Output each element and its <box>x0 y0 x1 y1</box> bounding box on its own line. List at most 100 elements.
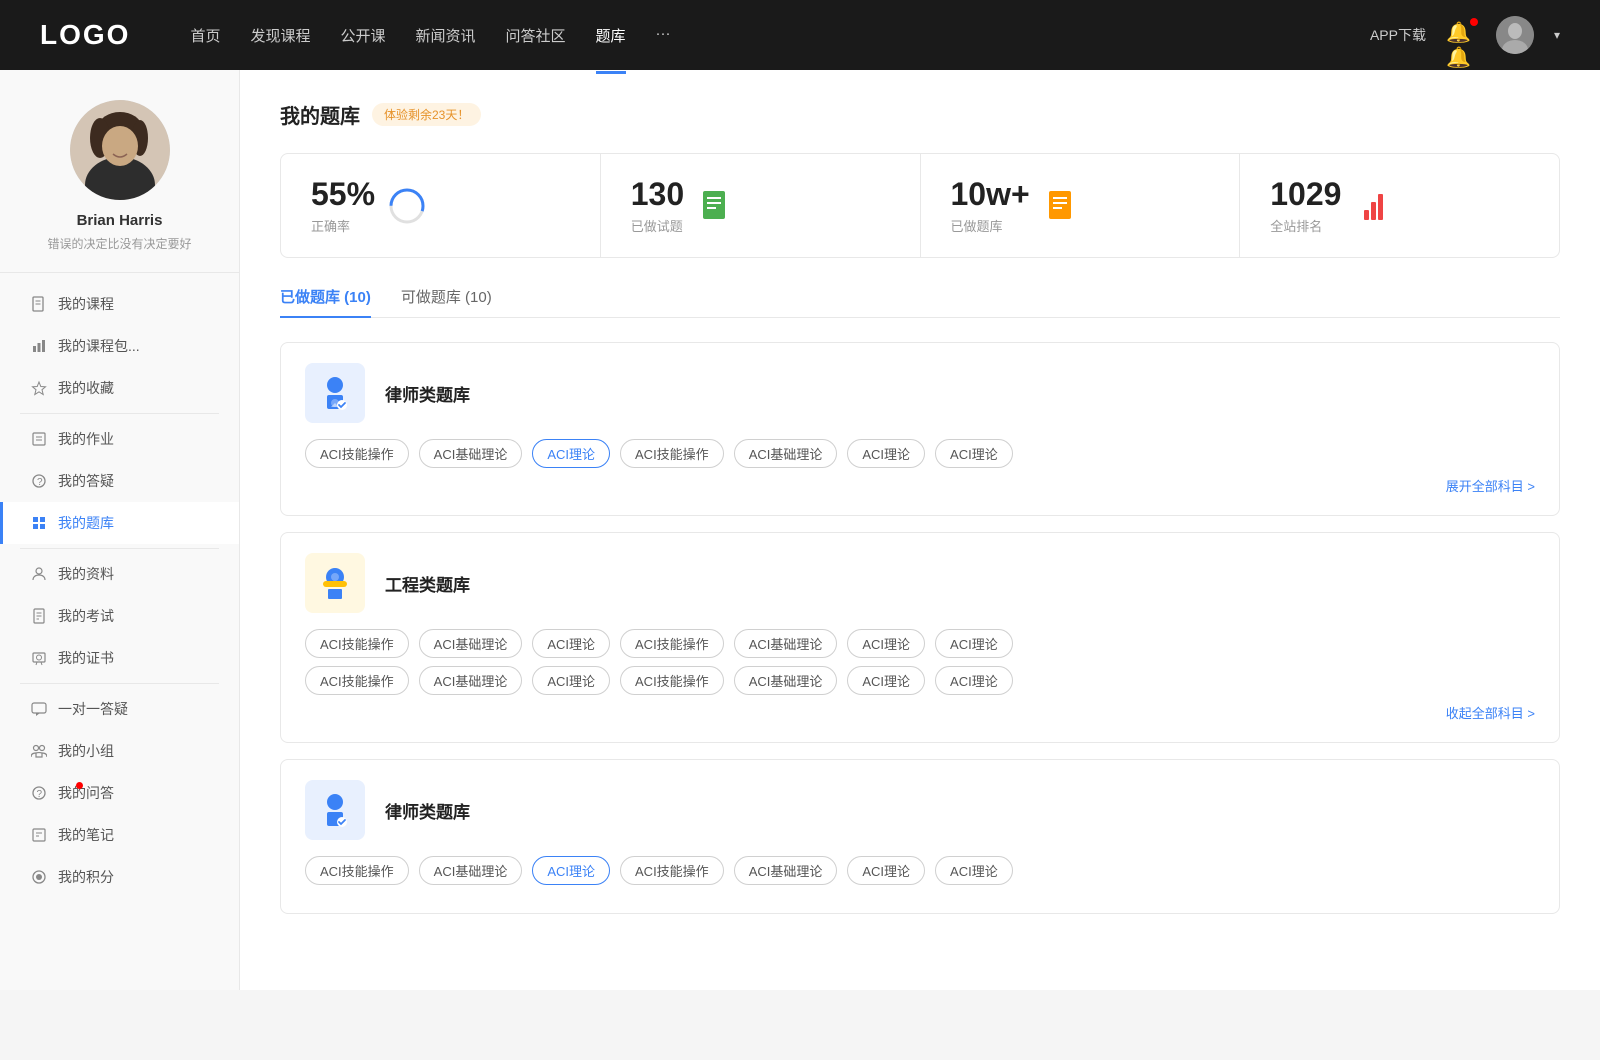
svg-text:?: ? <box>37 477 43 488</box>
tag-0-1[interactable]: ACI基础理论 <box>419 439 523 468</box>
tag-2-5[interactable]: ACI理论 <box>847 856 925 885</box>
tag-1-0-4[interactable]: ACI基础理论 <box>734 629 838 658</box>
sidebar: Brian Harris 错误的决定比没有决定要好 我的课程 我的课程包... <box>0 70 240 990</box>
sidebar-item-points[interactable]: 我的积分 <box>0 856 239 898</box>
sidebar-item-cert[interactable]: 我的证书 <box>0 637 239 679</box>
tag-2-3[interactable]: ACI技能操作 <box>620 856 724 885</box>
divider-3 <box>20 683 219 684</box>
logo[interactable]: LOGO <box>40 19 130 51</box>
accuracy-pie-icon <box>389 188 425 224</box>
collapse-link-1[interactable]: 收起全部科目 > <box>305 703 1535 722</box>
divider-1 <box>20 413 219 414</box>
note-icon <box>30 826 48 844</box>
tag-0-0[interactable]: ACI技能操作 <box>305 439 409 468</box>
tag-1-0-6[interactable]: ACI理论 <box>935 629 1013 658</box>
doc-icon <box>30 607 48 625</box>
tag-2-4[interactable]: ACI基础理论 <box>734 856 838 885</box>
stat-done-value: 130 <box>631 176 684 213</box>
nav-home[interactable]: 首页 <box>190 21 220 50</box>
tag-1-1-5[interactable]: ACI理论 <box>847 666 925 695</box>
tag-1-1-4[interactable]: ACI基础理论 <box>734 666 838 695</box>
stat-accuracy: 55% 正确率 <box>281 154 601 257</box>
sidebar-item-coursepack[interactable]: 我的课程包... <box>0 325 239 367</box>
avatar-nav[interactable] <box>1496 16 1534 54</box>
notification-bell[interactable]: 🔔 <box>1446 20 1476 50</box>
stat-ranking: 1029 全站排名 <box>1240 154 1559 257</box>
nav-bank[interactable]: 题库 <box>596 21 626 50</box>
nav-more[interactable]: ··· <box>656 21 671 50</box>
sidebar-item-group[interactable]: 我的小组 <box>0 730 239 772</box>
stat-accuracy-info: 55% 正确率 <box>311 176 375 235</box>
tag-1-0-5[interactable]: ACI理论 <box>847 629 925 658</box>
sidebar-label-qa: 我的问答 <box>58 783 114 803</box>
sidebar-item-homework[interactable]: 我的作业 <box>0 418 239 460</box>
tag-0-6[interactable]: ACI理论 <box>935 439 1013 468</box>
trial-badge: 体验剩余23天！ <box>372 103 481 126</box>
tag-0-3[interactable]: ACI技能操作 <box>620 439 724 468</box>
sidebar-label-homework: 我的作业 <box>58 429 114 449</box>
bank-title-1: 工程类题库 <box>385 571 470 596</box>
tag-2-0[interactable]: ACI技能操作 <box>305 856 409 885</box>
bank-icon-engineer <box>305 553 365 613</box>
tag-row-2: ACI技能操作 ACI基础理论 ACI理论 ACI技能操作 ACI基础理论 AC… <box>305 856 1535 885</box>
sidebar-item-qa[interactable]: ? 我的问答 <box>0 772 239 814</box>
tag-1-1-0[interactable]: ACI技能操作 <box>305 666 409 695</box>
sidebar-label-coursepack: 我的课程包... <box>58 336 140 356</box>
list-icon <box>30 430 48 448</box>
tag-1-1-6[interactable]: ACI理论 <box>935 666 1013 695</box>
sidebar-label-favorite: 我的收藏 <box>58 378 114 398</box>
tag-1-1-1[interactable]: ACI基础理论 <box>419 666 523 695</box>
sidebar-label-cert: 我的证书 <box>58 648 114 668</box>
sidebar-item-course[interactable]: 我的课程 <box>0 283 239 325</box>
stat-done-banks: 10w+ 已做题库 <box>921 154 1241 257</box>
tag-0-2[interactable]: ACI理论 <box>532 439 610 468</box>
stat-banks-info: 10w+ 已做题库 <box>951 176 1030 235</box>
nav-discover[interactable]: 发现课程 <box>250 21 310 50</box>
sidebar-item-note[interactable]: 我的笔记 <box>0 814 239 856</box>
tag-1-1-3[interactable]: ACI技能操作 <box>620 666 724 695</box>
points-icon <box>30 868 48 886</box>
sidebar-item-exam[interactable]: 我的考试 <box>0 595 239 637</box>
page-title: 我的题库 <box>280 100 360 129</box>
bank-card-0: 律师类题库 ACI技能操作 ACI基础理论 ACI理论 ACI技能操作 ACI基… <box>280 342 1560 516</box>
tag-1-0-1[interactable]: ACI基础理论 <box>419 629 523 658</box>
cert-icon <box>30 649 48 667</box>
svg-text:?: ? <box>37 789 43 800</box>
tag-2-2[interactable]: ACI理论 <box>532 856 610 885</box>
sheet-green-icon <box>698 188 734 224</box>
tag-0-4[interactable]: ACI基础理论 <box>734 439 838 468</box>
star-icon <box>30 379 48 397</box>
profile-section: Brian Harris 错误的决定比没有决定要好 <box>0 100 239 273</box>
sidebar-item-material[interactable]: 我的资料 <box>0 553 239 595</box>
tag-2-6[interactable]: ACI理论 <box>935 856 1013 885</box>
tag-1-1-2[interactable]: ACI理论 <box>532 666 610 695</box>
tag-1-0-2[interactable]: ACI理论 <box>532 629 610 658</box>
people-icon <box>30 565 48 583</box>
nav-qa[interactable]: 问答社区 <box>506 21 566 50</box>
tag-2-1[interactable]: ACI基础理论 <box>419 856 523 885</box>
profile-name: Brian Harris <box>77 212 163 229</box>
sidebar-item-bank[interactable]: 我的题库 <box>0 502 239 544</box>
expand-link-0[interactable]: 展开全部科目 > <box>305 476 1535 495</box>
nav-opencourse[interactable]: 公开课 <box>340 21 385 50</box>
stat-done-questions: 130 已做试题 <box>601 154 921 257</box>
tab-available[interactable]: 可做题库 (10) <box>401 286 492 317</box>
account-chevron[interactable]: ▾ <box>1554 28 1560 42</box>
sidebar-item-doubt[interactable]: ? 我的答疑 <box>0 460 239 502</box>
stat-ranking-label: 全站排名 <box>1270 216 1341 235</box>
sidebar-label-material: 我的资料 <box>58 564 114 584</box>
stat-banks-value: 10w+ <box>951 176 1030 213</box>
sidebar-label-course: 我的课程 <box>58 294 114 314</box>
tag-1-0-0[interactable]: ACI技能操作 <box>305 629 409 658</box>
tab-done[interactable]: 已做题库 (10) <box>280 286 371 317</box>
tag-0-5[interactable]: ACI理论 <box>847 439 925 468</box>
grid-icon <box>30 514 48 532</box>
nav-news[interactable]: 新闻资讯 <box>416 21 476 50</box>
sidebar-item-favorite[interactable]: 我的收藏 <box>0 367 239 409</box>
tag-1-0-3[interactable]: ACI技能操作 <box>620 629 724 658</box>
sidebar-label-points: 我的积分 <box>58 867 114 887</box>
notification-badge <box>1470 18 1478 26</box>
sidebar-item-oneone[interactable]: 一对一答疑 <box>0 688 239 730</box>
profile-motto: 错误的决定比没有决定要好 <box>47 235 191 252</box>
app-download[interactable]: APP下载 <box>1370 25 1426 45</box>
